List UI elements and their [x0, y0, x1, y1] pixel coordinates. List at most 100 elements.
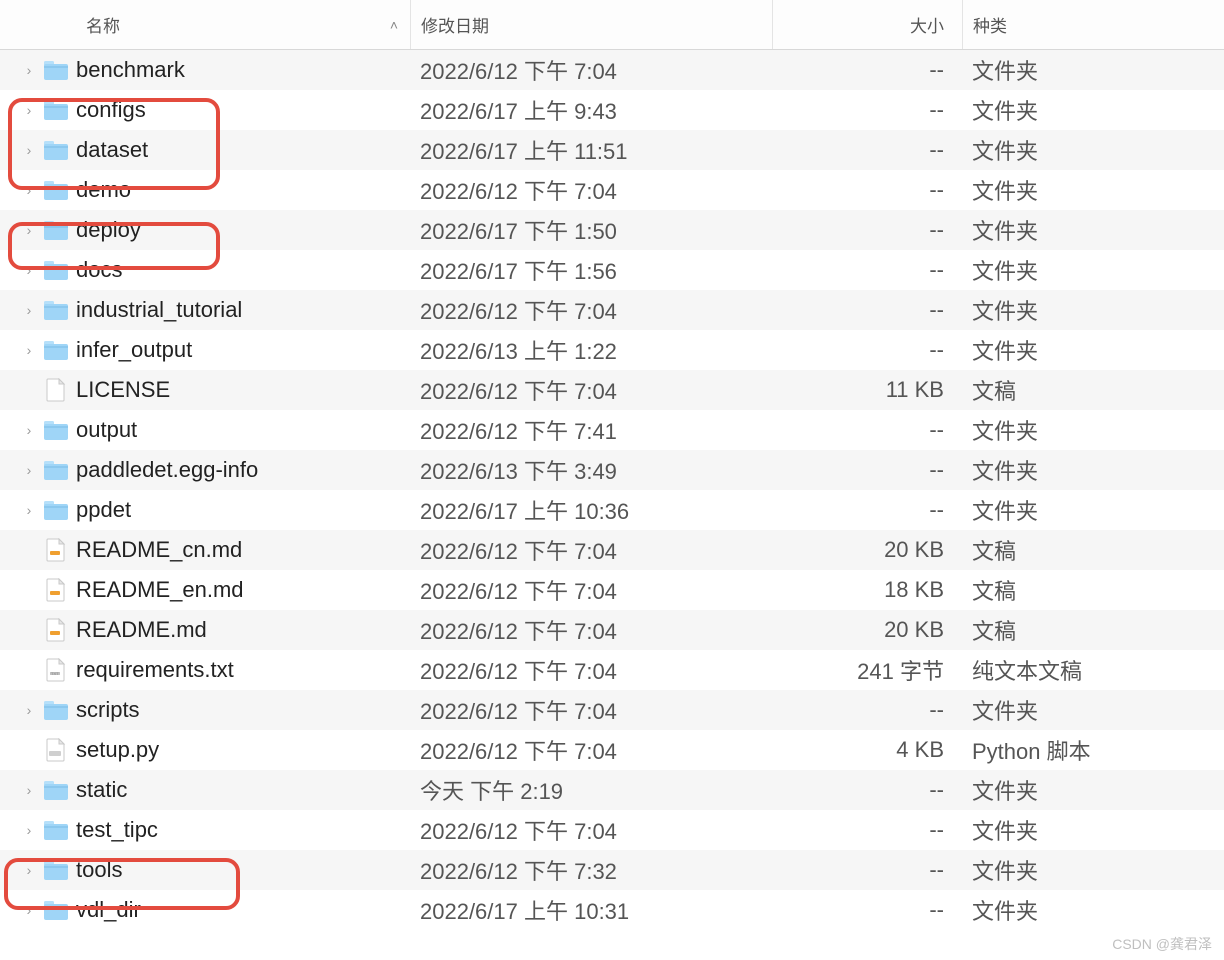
file-kind-label: 文件夹 — [962, 134, 1224, 166]
file-size-label: -- — [772, 97, 962, 123]
file-date-label: 2022/6/12 下午 7:04 — [410, 54, 772, 86]
file-size-label: -- — [772, 857, 962, 883]
file-name-label: tools — [76, 857, 122, 883]
file-kind-label: 文件夹 — [962, 454, 1224, 486]
folder-icon — [42, 97, 70, 123]
disclosure-triangle-icon[interactable]: › — [22, 502, 36, 518]
file-date-label: 2022/6/17 上午 10:31 — [410, 894, 772, 926]
table-row[interactable]: ›demo2022/6/12 下午 7:04--文件夹 — [0, 170, 1224, 210]
file-size-label: 20 KB — [772, 537, 962, 563]
file-name-label: static — [76, 777, 127, 803]
disclosure-triangle-icon[interactable]: › — [22, 822, 36, 838]
disclosure-triangle-icon[interactable]: › — [22, 182, 36, 198]
file-size-label: 4 KB — [772, 737, 962, 763]
file-date-label: 2022/6/17 下午 1:50 — [410, 214, 772, 246]
table-row[interactable]: ›static今天 下午 2:19--文件夹 — [0, 770, 1224, 810]
file-name-label: test_tipc — [76, 817, 158, 843]
file-name-label: requirements.txt — [76, 657, 234, 683]
header-kind[interactable]: 种类 — [962, 0, 1224, 49]
file-name-label: demo — [76, 177, 131, 203]
file-icon — [42, 537, 70, 563]
file-date-label: 今天 下午 2:19 — [410, 774, 772, 806]
column-header: 名称 ˄ 修改日期 大小 种类 — [0, 0, 1224, 50]
table-row[interactable]: ›industrial_tutorial2022/6/12 下午 7:04--文… — [0, 290, 1224, 330]
file-name-label: industrial_tutorial — [76, 297, 242, 323]
disclosure-triangle-icon[interactable]: › — [22, 902, 36, 918]
watermark: CSDN @龚君泽 — [1112, 934, 1212, 954]
table-row[interactable]: ›ppdet2022/6/17 上午 10:36--文件夹 — [0, 490, 1224, 530]
file-size-label: -- — [772, 57, 962, 83]
folder-icon — [42, 297, 70, 323]
table-row[interactable]: ›paddledet.egg-info2022/6/13 下午 3:49--文件… — [0, 450, 1224, 490]
file-size-label: -- — [772, 897, 962, 923]
disclosure-triangle-icon[interactable]: › — [22, 782, 36, 798]
file-name-label: LICENSE — [76, 377, 170, 403]
disclosure-triangle-icon[interactable]: › — [22, 862, 36, 878]
disclosure-triangle-icon[interactable]: › — [22, 142, 36, 158]
table-row[interactable]: ›tools2022/6/12 下午 7:32--文件夹 — [0, 850, 1224, 890]
disclosure-triangle-icon[interactable]: › — [22, 302, 36, 318]
disclosure-triangle-icon[interactable]: › — [22, 102, 36, 118]
folder-icon — [42, 497, 70, 523]
file-size-label: -- — [772, 137, 962, 163]
table-row[interactable]: README_en.md2022/6/12 下午 7:0418 KB文稿 — [0, 570, 1224, 610]
file-icon — [42, 617, 70, 643]
disclosure-triangle-icon[interactable]: › — [22, 342, 36, 358]
file-kind-label: 文件夹 — [962, 774, 1224, 806]
disclosure-triangle-icon[interactable]: › — [22, 422, 36, 438]
file-icon — [42, 577, 70, 603]
folder-icon — [42, 257, 70, 283]
folder-icon — [42, 337, 70, 363]
table-row[interactable]: ›configs2022/6/17 上午 9:43--文件夹 — [0, 90, 1224, 130]
file-kind-label: 文稿 — [962, 574, 1224, 606]
file-date-label: 2022/6/12 下午 7:41 — [410, 414, 772, 446]
table-row[interactable]: ›scripts2022/6/12 下午 7:04--文件夹 — [0, 690, 1224, 730]
file-name-label: vdl_dir — [76, 897, 141, 923]
table-row[interactable]: ›docs2022/6/17 下午 1:56--文件夹 — [0, 250, 1224, 290]
table-row[interactable]: README_cn.md2022/6/12 下午 7:0420 KB文稿 — [0, 530, 1224, 570]
file-kind-label: 文稿 — [962, 534, 1224, 566]
table-row[interactable]: ›vdl_dir2022/6/17 上午 10:31--文件夹 — [0, 890, 1224, 930]
file-name-label: setup.py — [76, 737, 159, 763]
header-size[interactable]: 大小 — [772, 0, 962, 49]
file-list: ›benchmark2022/6/12 下午 7:04--文件夹›configs… — [0, 50, 1224, 930]
folder-icon — [42, 897, 70, 923]
table-row[interactable]: ›output2022/6/12 下午 7:41--文件夹 — [0, 410, 1224, 450]
table-row[interactable]: ›infer_output2022/6/13 上午 1:22--文件夹 — [0, 330, 1224, 370]
file-kind-label: Python 脚本 — [962, 734, 1224, 766]
file-kind-label: 文件夹 — [962, 174, 1224, 206]
disclosure-triangle-icon[interactable]: › — [22, 222, 36, 238]
table-row[interactable]: › deploy 2022/6/17 下午 1:50--文件夹 — [0, 210, 1224, 250]
file-kind-label: 文件夹 — [962, 494, 1224, 526]
file-kind-label: 文件夹 — [962, 334, 1224, 366]
table-row[interactable]: LICENSE2022/6/12 下午 7:0411 KB文稿 — [0, 370, 1224, 410]
file-kind-label: 文件夹 — [962, 294, 1224, 326]
table-row[interactable]: ›dataset2022/6/17 上午 11:51--文件夹 — [0, 130, 1224, 170]
disclosure-triangle-icon[interactable]: › — [22, 262, 36, 278]
table-row[interactable]: ›benchmark2022/6/12 下午 7:04--文件夹 — [0, 50, 1224, 90]
disclosure-triangle-icon[interactable]: › — [22, 462, 36, 478]
file-name-label: dataset — [76, 137, 148, 163]
file-kind-label: 文稿 — [962, 614, 1224, 646]
disclosure-triangle-icon[interactable]: › — [22, 702, 36, 718]
file-date-label: 2022/6/13 下午 3:49 — [410, 454, 772, 486]
file-name-label: infer_output — [76, 337, 192, 363]
file-name-label: paddledet.egg-info — [76, 457, 258, 483]
table-row[interactable]: ›test_tipc2022/6/12 下午 7:04--文件夹 — [0, 810, 1224, 850]
file-size-label: -- — [772, 217, 962, 243]
file-name-label: deploy — [76, 217, 141, 243]
file-name-label: README_cn.md — [76, 537, 242, 563]
disclosure-triangle-icon[interactable]: › — [22, 62, 36, 78]
file-kind-label: 文件夹 — [962, 214, 1224, 246]
file-size-label: 20 KB — [772, 617, 962, 643]
table-row[interactable]: README.md2022/6/12 下午 7:0420 KB文稿 — [0, 610, 1224, 650]
file-size-label: -- — [772, 257, 962, 283]
file-name-label: output — [76, 417, 137, 443]
header-name[interactable]: 名称 ˄ — [0, 12, 410, 37]
file-date-label: 2022/6/17 上午 10:36 — [410, 494, 772, 526]
file-kind-label: 纯文本文稿 — [962, 654, 1224, 686]
header-date[interactable]: 修改日期 — [410, 0, 772, 49]
file-date-label: 2022/6/12 下午 7:04 — [410, 694, 772, 726]
table-row[interactable]: setup.py2022/6/12 下午 7:044 KBPython 脚本 — [0, 730, 1224, 770]
table-row[interactable]: TXTrequirements.txt2022/6/12 下午 7:04241 … — [0, 650, 1224, 690]
